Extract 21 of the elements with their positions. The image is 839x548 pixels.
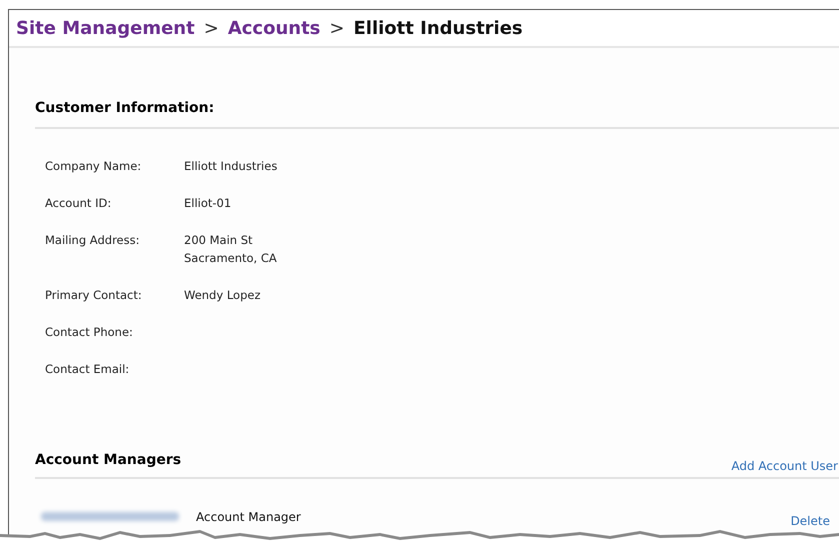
field-value: Elliot-01 <box>184 195 232 212</box>
field-label: Company Name: <box>45 158 142 175</box>
field-value: Wendy Lopez <box>184 287 260 304</box>
field-label: Contact Phone: <box>45 324 134 341</box>
add-account-user-link[interactable]: Add Account User <box>731 457 838 475</box>
field-value: Sacramento, CA <box>184 250 277 267</box>
breadcrumb-link[interactable]: Site Management <box>16 14 195 42</box>
delete-link[interactable]: Delete <box>790 512 830 530</box>
field-label: Primary Contact: <box>45 287 143 304</box>
breadcrumb-current: Elliott Industries <box>354 16 523 40</box>
role-text: Account Manager <box>196 509 301 526</box>
field-label: Mailing Address: <box>45 232 140 249</box>
section-title: Customer Information: <box>35 100 214 116</box>
field-value: 200 Main St <box>184 232 254 249</box>
field-value: Elliott Industries <box>184 158 278 175</box>
field-label: Contact Email: <box>45 361 130 378</box>
breadcrumb-separator: > <box>204 16 219 40</box>
field-label: Account ID: <box>45 195 112 212</box>
breadcrumb-link[interactable]: Accounts <box>228 14 320 42</box>
section-title: Account Managers <box>35 451 182 470</box>
breadcrumb-separator: > <box>329 16 344 40</box>
